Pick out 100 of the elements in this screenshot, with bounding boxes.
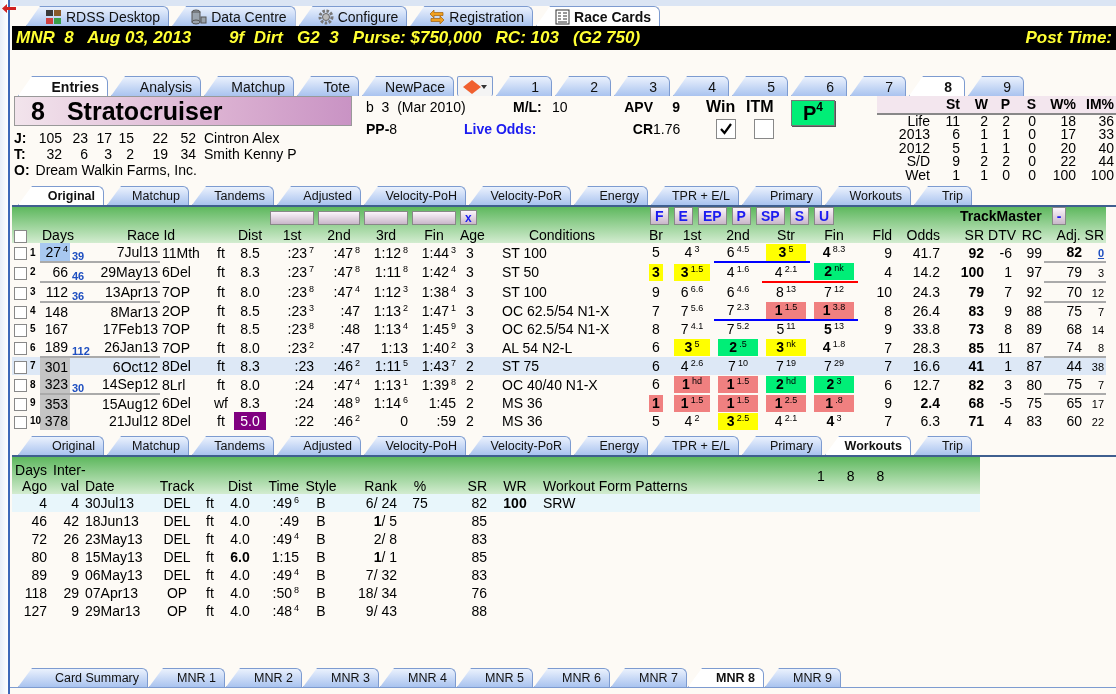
checkbox[interactable] (14, 266, 27, 280)
fraction-time: 1:13$^{4}$ (372, 320, 409, 338)
tab[interactable]: MNR 7 (611, 668, 687, 687)
tab[interactable]: Energy (574, 436, 648, 455)
tab[interactable]: 1 (496, 76, 552, 96)
tab[interactable]: Workouts (825, 436, 911, 455)
table-cell-text: OP (165, 584, 189, 602)
tab[interactable]: RDSS Desktop (26, 6, 170, 26)
tab[interactable]: TPR + E/L (651, 186, 739, 205)
rating-link[interactable]: 0 (1088, 244, 1105, 261)
tab[interactable]: Registration (410, 6, 534, 26)
tab[interactable]: Race Cards (536, 6, 661, 26)
tab[interactable]: Matchup (204, 76, 294, 96)
tab[interactable]: Tandems (192, 186, 274, 205)
pace-button[interactable]: SP (755, 207, 785, 225)
pace-button[interactable]: U (813, 207, 835, 225)
tab[interactable]: 7 (850, 76, 906, 96)
table-row[interactable]: 118 29 07Apr13 OP ft 4.0 :50$^{8}$ B 18/ 34 76 (12, 584, 980, 602)
table-row[interactable]: 127 9 29Mar13 OP ft 4.0 :48$^{4}$ B 9/ 43 88 (12, 602, 980, 620)
tab[interactable]: Adjusted (277, 436, 361, 455)
tab[interactable]: Trip (914, 436, 972, 455)
tab[interactable]: Trip (914, 186, 972, 205)
pace-button[interactable]: S (789, 207, 809, 225)
table-row[interactable]: 89 9 06May13 DEL ft 4.0 :49$^{4}$ B 7/ 32 83 (12, 566, 980, 584)
tab[interactable]: Matchup (107, 436, 189, 455)
checkbox[interactable] (14, 415, 27, 429)
tab[interactable]: Velocity-PoH (364, 436, 466, 455)
checkbox[interactable] (14, 323, 27, 337)
tab[interactable]: 8 (909, 76, 965, 96)
tab[interactable]: Velocity-PoH (364, 186, 466, 205)
table-row[interactable]: 7 301 6Oct12 8Del ft 8.3 :23 :46$^{2}$ 1:11$^{5}$ 1:43$^{7}$ 2 ST 75 6 4$^{2.6}$ 7$^{10}$ 7$^{19}$ 7$^{29}$ 7 16.6 41 1 87 44 38 (12, 357, 1107, 375)
table-row[interactable]: 72 26 23May13 DEL ft 4.0 :49$^{4}$ B 2/ 8 83 (12, 530, 980, 548)
tab[interactable]: MNR 9 (765, 668, 841, 687)
tab[interactable]: Original (18, 186, 104, 205)
checkbox[interactable] (716, 119, 736, 139)
tab[interactable]: Data Centre (172, 6, 296, 26)
tab[interactable]: Tandems (192, 436, 274, 455)
tab[interactable]: 4 (673, 76, 729, 96)
collapse-button[interactable]: - (1051, 207, 1067, 225)
tab[interactable]: MNR 4 (380, 668, 456, 687)
tab[interactable]: Entries (18, 76, 108, 96)
pace-button[interactable]: EP (697, 207, 727, 225)
tab[interactable]: 3 (614, 76, 670, 96)
tab[interactable]: NewPace (362, 76, 454, 96)
tab[interactable]: MNR 8 (688, 668, 764, 687)
back-arrow-icon[interactable] (2, 4, 16, 13)
tab[interactable]: Primary (742, 436, 822, 455)
table-row[interactable]: 4 4 30Jul13 DEL ft 4.0 :49$^{6}$ B 6/ 24 75 82 100 SRW (12, 494, 980, 512)
column-toggle-button[interactable] (270, 211, 314, 225)
checkbox[interactable] (14, 286, 27, 300)
close-button[interactable]: x (460, 210, 477, 225)
column-toggle-button[interactable] (412, 211, 456, 225)
tab[interactable]: 2 (555, 76, 611, 96)
table-row[interactable]: 10 378 21Jul12 8Del ft 5.0 :22 :46$^{2}$ 0 :59 2 MS 36 5 4$^{2}$ 3$^{2.5}$ 4$^{2.1}$ 4$^{3}$ 7 6.3 71 4 83 60 22 (12, 412, 1107, 430)
tab[interactable]: Card Summary (18, 668, 148, 687)
tab[interactable]: Velocity-PoR (469, 186, 571, 205)
tab[interactable]: Primary (742, 186, 822, 205)
table-row[interactable]: 9 353 15Aug12 6Del wf 8.3 :24 :48$^{9}$ 1:14$^{6}$ 1:45 2 MS 36 1 1$^{1.5}$ 1$^{1.5}$ 1$^{2.5}$ 1$^{.8}$ 9 2.4 68 -5 75 65 17 (12, 394, 1107, 412)
table-cell-text: 9 (70, 602, 80, 620)
table-row[interactable]: 8 323 30 14Sep12 8Lrl ft 8.0 :24 :47$^{4}$ 1:13$^{1}$ 1:39$^{8}$ 2 OC 40/40 N1-X 6 1$^{hd}$ 1$^{1.5}$ 2$^{hd}$ 2$^{3}$ 6 12.7 82 3 80 75 7 (12, 375, 1107, 394)
column-toggle-button[interactable] (364, 211, 408, 225)
table-row[interactable]: 80 8 15May13 DEL ft 6.0 1:15 B 1/ 1 85 (12, 548, 980, 566)
tab[interactable]: MNR 2 (226, 668, 302, 687)
tab[interactable]: Tote (297, 76, 359, 96)
checkbox[interactable] (14, 305, 27, 319)
pace-button[interactable]: F (650, 207, 669, 225)
tab[interactable]: MNR 3 (303, 668, 379, 687)
checkbox[interactable] (14, 379, 27, 393)
checkbox[interactable] (14, 342, 27, 356)
tab[interactable]: Original (18, 436, 104, 455)
tab[interactable]: MNR 6 (534, 668, 610, 687)
column-toggle-button[interactable] (318, 211, 360, 225)
tab[interactable]: 9 (968, 76, 1024, 96)
checkbox[interactable] (14, 397, 27, 411)
tab[interactable]: MNR 5 (457, 668, 533, 687)
tab[interactable]: Workouts (825, 186, 911, 205)
tab[interactable]: TPR + E/L (651, 436, 739, 455)
tab[interactable]: 5 (732, 76, 788, 96)
layoff-days: 46 (72, 263, 90, 281)
table-row[interactable]: 46 42 18Jun13 DEL ft 4.0 :49 B 1/ 5 85 (12, 512, 980, 530)
table-row[interactable]: 5 167 17Feb13 7OP ft 8.5 :23$^{8}$ :48 1:13$^{4}$ 1:45$^{9}$ 3 OC 62.5/54 N1-X 8 7$^{4.1}$ 7$^{5.2}$ 5$^{11}$ 5$^{13}$ 9 33.8 73 8 89 68 14 (12, 320, 1107, 338)
pace-button[interactable]: E (673, 207, 693, 225)
table-row[interactable]: 4 148 8Mar13 2OP ft 8.5 :23$^{3}$ :47 1:13$^{2}$ 1:47$^{1}$ 3 OC 62.5/54 N1-X 7 7$^{5.6}$ 7$^{2.3}$ 1$^{1.5}$ 1$^{3.8}$ 8 26.4 83 9 88 75 7 (12, 302, 1107, 320)
tab[interactable]: 6 (791, 76, 847, 96)
pace-dropdown[interactable] (457, 76, 493, 96)
tab[interactable]: Configure (298, 6, 408, 26)
pace-button[interactable]: P (731, 207, 751, 225)
surface-code: wf (213, 394, 229, 412)
tab[interactable]: Matchup (107, 186, 189, 205)
tab[interactable]: Energy (574, 186, 648, 205)
checkbox[interactable] (14, 229, 27, 243)
rc-value: 83 (1025, 412, 1044, 430)
tab[interactable]: Analysis (111, 76, 201, 96)
table-row[interactable]: 1 27$^{4}$ 39 7Jul13 11Mth ft 8.5 :23$^{7}$ :47$^{8}$ 1:12$^{8}$ 1:44$^{3}$ 3 ST 100 5 4$^{3}$ 6$^{4.5}$ 3$^{5}$ 4$^{8.3}$ 9 41.7 92 -6 99 82 0 (12, 243, 1107, 262)
tab[interactable]: Adjusted (277, 186, 361, 205)
tab[interactable]: MNR 1 (149, 668, 225, 687)
table-row[interactable]: 2 66 46 29May13 6Del ft 8.3 :23$^{7}$ :47$^{8}$ 1:11$^{8}$ 1:42$^{4}$ 3 ST 50 3 3$^{1.5}$ 4$^{1.6}$ 4$^{2.1}$ 2$^{nk}$ 4 14.2 100 1 97 79 3 (12, 262, 1107, 282)
checkbox[interactable] (754, 119, 774, 139)
tab[interactable]: Velocity-PoR (469, 436, 571, 455)
checkbox[interactable] (14, 247, 27, 261)
